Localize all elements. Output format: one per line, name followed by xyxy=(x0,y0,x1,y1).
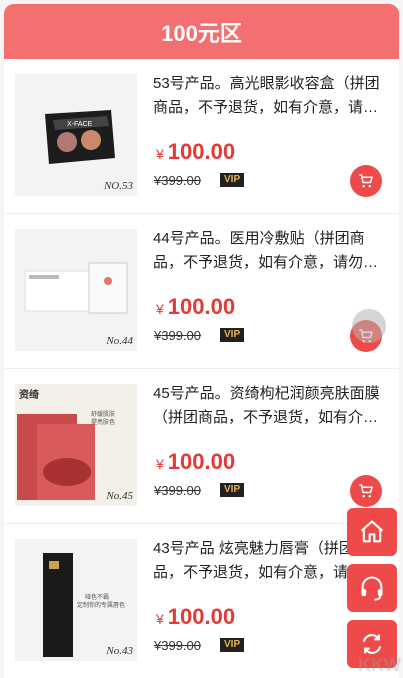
vip-badge: VIP xyxy=(220,173,245,187)
cold-patch-image xyxy=(24,262,128,314)
cart-icon xyxy=(359,484,373,498)
original-price: ¥399.00 xyxy=(154,328,201,343)
home-button[interactable] xyxy=(347,508,397,556)
mask-brand-text: 资绮 xyxy=(19,388,39,401)
product-title[interactable]: 53号产品。高光眼影收容盒（拼团商品，不予退货，如有介意，请勿购买） xyxy=(153,72,385,120)
product-title[interactable]: 44号产品。医用冷敷贴（拼团商品，不予退货，如有介意，请勿购买） xyxy=(153,227,385,275)
refresh-icon xyxy=(362,634,382,654)
original-price: ¥399.00 xyxy=(154,638,201,653)
product-number: NO.53 xyxy=(103,180,133,192)
page-title: 100元区 xyxy=(161,20,242,46)
product-list: X-FACE NO.53 53号产品。高光眼影收容盒（拼团商品，不予退货，如有介… xyxy=(4,59,399,678)
product-price: ¥100.00 xyxy=(156,139,236,164)
watermark: KKW xyxy=(358,655,401,675)
svg-text:哑色不霸定制你的专属唇色: 哑色不霸定制你的专属唇色 xyxy=(77,593,125,609)
list-item[interactable]: 哑色不霸定制你的专属唇色 No.43 43号产品 炫亮魅力唇膏（拼团商品，不予退… xyxy=(4,524,399,678)
product-image[interactable]: 哑色不霸定制你的专属唇色 No.43 xyxy=(15,539,137,661)
vip-badge: VIP xyxy=(220,328,245,342)
original-price: ¥399.00 xyxy=(154,483,201,498)
add-to-cart-button[interactable] xyxy=(350,165,382,197)
vip-badge: VIP xyxy=(220,483,245,497)
headset-icon xyxy=(361,576,383,601)
product-number: No.43 xyxy=(106,645,133,657)
touch-indicator xyxy=(352,309,386,343)
product-image[interactable]: X-FACE NO.53 xyxy=(15,74,137,196)
product-image[interactable]: No.44 xyxy=(15,229,137,351)
vip-badge: VIP xyxy=(220,638,245,652)
product-number: No.44 xyxy=(106,335,133,347)
list-item[interactable]: 资绮 舒缓肌肤提亮肤色 No.45 45号产品。资绮枸杞润颜亮肤面膜（拼团商品，… xyxy=(4,369,399,524)
product-price: ¥100.00 xyxy=(156,604,236,629)
original-price: ¥399.00 xyxy=(154,173,201,188)
add-to-cart-button[interactable] xyxy=(350,475,382,507)
list-item[interactable]: No.44 44号产品。医用冷敷贴（拼团商品，不予退货，如有介意，请勿购买） ¥… xyxy=(4,214,399,369)
product-title[interactable]: 45号产品。资绮枸杞润颜亮肤面膜（拼团商品，不予退货，如有介意，请勿购买） xyxy=(153,382,385,430)
lipstick-image: 哑色不霸定制你的专属唇色 xyxy=(43,553,125,657)
page-header: 100元区 xyxy=(4,4,399,59)
product-number: No.45 xyxy=(106,490,133,502)
eyeshadow-palette-image: X-FACE xyxy=(45,110,115,164)
cart-icon xyxy=(359,174,373,188)
customer-service-button[interactable] xyxy=(347,564,397,612)
product-price: ¥100.00 xyxy=(156,449,236,474)
list-item[interactable]: X-FACE NO.53 53号产品。高光眼影收容盒（拼团商品，不予退货，如有介… xyxy=(4,59,399,214)
home-icon xyxy=(360,520,384,543)
product-price: ¥100.00 xyxy=(156,294,236,319)
face-mask-image: 资绮 舒缓肌肤提亮肤色 xyxy=(15,384,137,506)
product-image[interactable]: 资绮 舒缓肌肤提亮肤色 No.45 xyxy=(15,384,137,506)
palette-brand-text: X-FACE xyxy=(67,121,93,128)
